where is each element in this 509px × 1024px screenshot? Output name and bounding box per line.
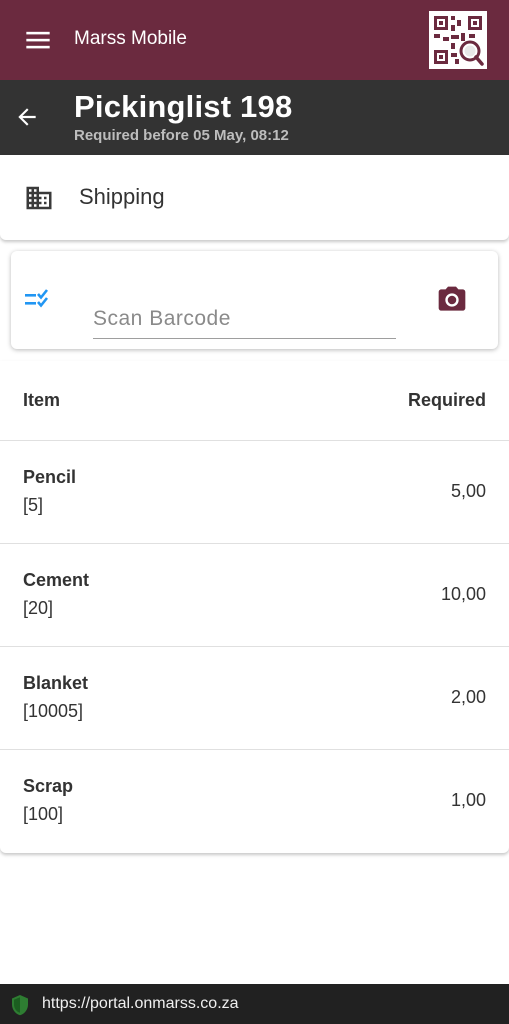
menu-button[interactable]	[0, 0, 78, 80]
item-required: 2,00	[450, 687, 486, 707]
page-header: Pickinglist 198 Required before 05 May, …	[0, 80, 509, 155]
column-header-required: Required	[407, 390, 486, 410]
item-name: Blanket	[23, 673, 89, 693]
item-required: 1,00	[450, 790, 486, 810]
shield-icon	[12, 995, 28, 1016]
item-required: 10,00	[440, 584, 486, 604]
url-text: https://portal.onmarss.co.za	[42, 995, 239, 1012]
item-name: Cement	[23, 570, 90, 590]
items-table: Item Required Pencil [5] 5,00 Cement [20…	[0, 361, 509, 853]
item-code: [10005]	[23, 701, 84, 721]
table-row[interactable]: Cement [20] 10,00	[0, 544, 509, 647]
location-label: Shipping	[79, 184, 165, 209]
table-row[interactable]: Pencil [5] 5,00	[0, 441, 509, 544]
item-name: Pencil	[23, 467, 77, 487]
arrow-left-icon	[18, 108, 36, 126]
scan-card	[11, 251, 498, 349]
building-icon	[26, 186, 52, 210]
qr-scan-button[interactable]	[429, 11, 487, 69]
item-code: [20]	[23, 598, 54, 618]
table-row[interactable]: Blanket [10005] 2,00	[0, 647, 509, 750]
page-subtitle: Required before 05 May, 08:12	[74, 127, 289, 144]
location-card[interactable]: Shipping	[0, 155, 509, 240]
table-header: Item Required	[0, 361, 509, 441]
page-title: Pickinglist 198	[74, 89, 293, 124]
barcode-input[interactable]	[93, 299, 396, 339]
qr-search-icon	[434, 16, 484, 66]
item-code: [5]	[23, 495, 44, 515]
app-title: Marss Mobile	[74, 28, 187, 49]
checklist-icon	[25, 289, 49, 308]
table-row[interactable]: Scrap [100] 1,00	[0, 750, 509, 853]
column-header-item: Item	[23, 390, 61, 410]
menu-icon	[26, 31, 50, 49]
camera-icon[interactable]	[435, 284, 469, 316]
item-required: 5,00	[450, 481, 486, 501]
browser-url-bar[interactable]: https://portal.onmarss.co.za	[0, 984, 509, 1024]
back-button[interactable]	[12, 102, 42, 132]
item-code: [100]	[23, 804, 64, 824]
item-name: Scrap	[23, 776, 74, 796]
app-bar: Marss Mobile	[0, 0, 509, 80]
